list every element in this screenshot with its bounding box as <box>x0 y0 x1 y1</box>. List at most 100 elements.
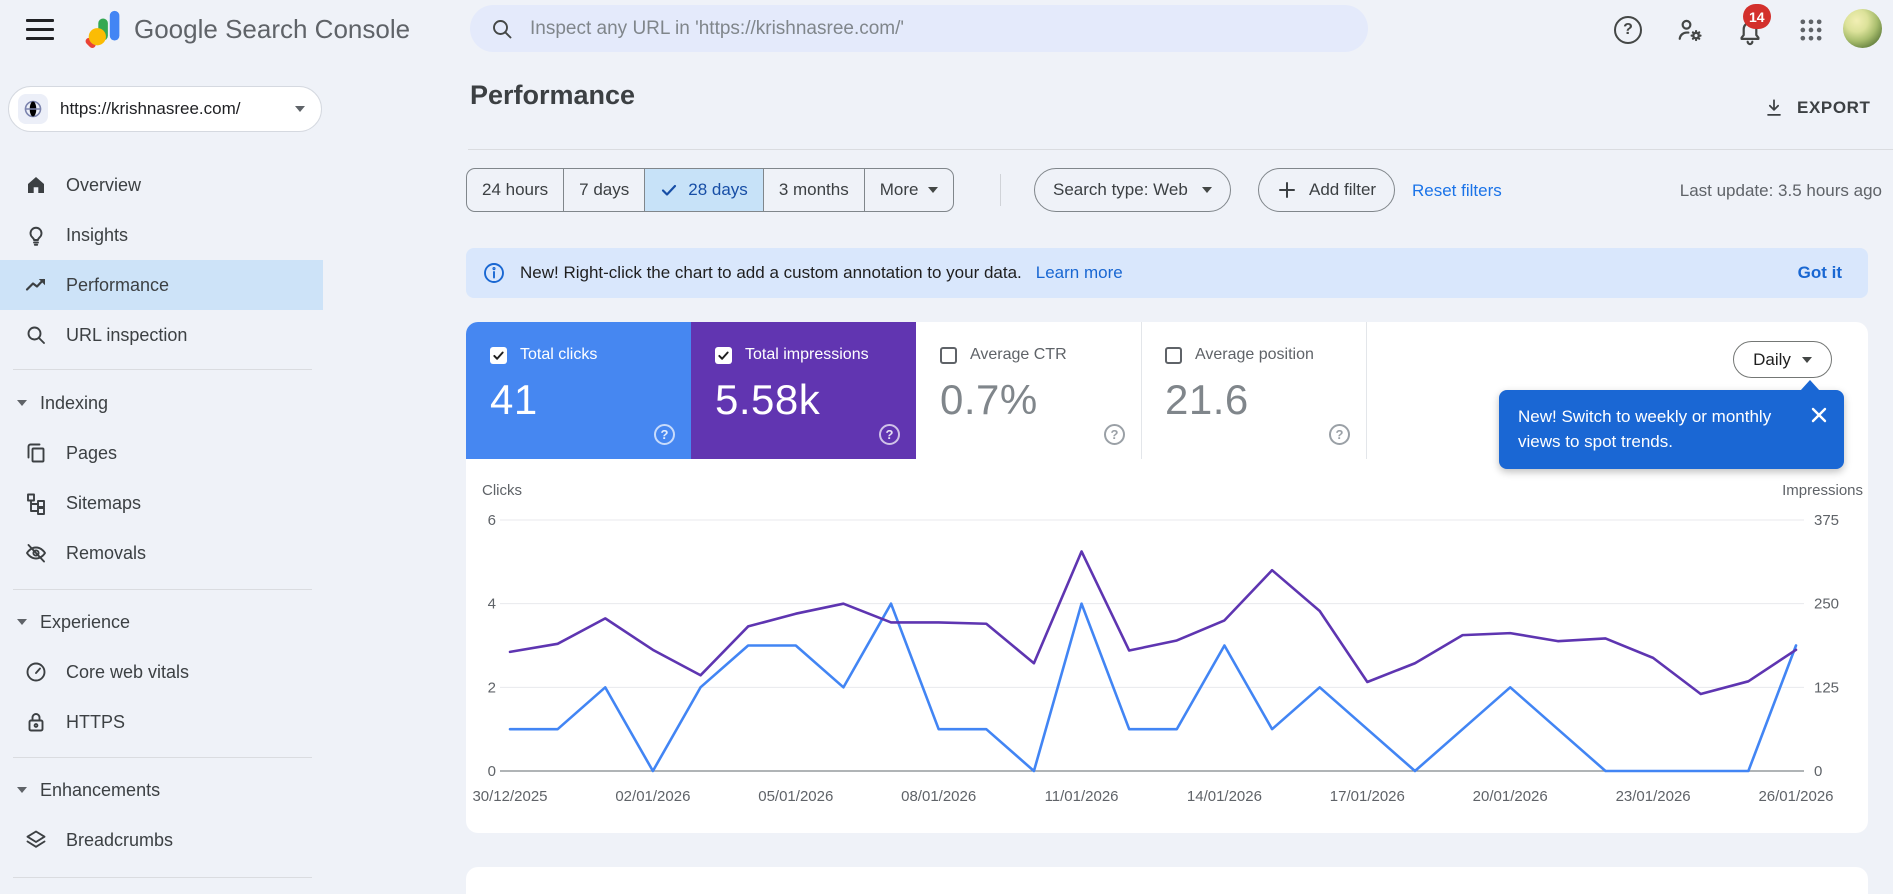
sidebar-section-indexing[interactable]: Indexing <box>0 378 323 428</box>
section-collapse-icon <box>17 619 27 625</box>
total-impressions-checkbox[interactable] <box>715 347 732 364</box>
sidebar-section-experience[interactable]: Experience <box>0 597 323 647</box>
pages-icon <box>24 441 48 465</box>
eye-off-icon <box>24 541 48 565</box>
total-clicks-tile[interactable]: Total clicks 41 ? <box>466 322 691 459</box>
got-it-button[interactable]: Got it <box>1798 263 1842 283</box>
info-icon <box>482 261 506 285</box>
trends-tooltip: New! Switch to weekly or monthly views t… <box>1499 390 1844 469</box>
plus-icon <box>1277 180 1297 200</box>
lock-icon <box>24 710 48 734</box>
url-inspect-input[interactable] <box>530 18 1348 40</box>
section-collapse-icon <box>17 787 27 793</box>
svg-text:Impressions: Impressions <box>1782 482 1863 499</box>
chevron-down-icon <box>1202 187 1212 193</box>
total-clicks-checkbox[interactable] <box>490 347 507 364</box>
url-inspect-searchbar[interactable] <box>470 5 1368 52</box>
menu-icon[interactable] <box>26 16 56 42</box>
average-ctr-tile[interactable]: Average CTR 0.7% ? <box>916 322 1141 459</box>
svg-text:30/12/2025: 30/12/2025 <box>472 788 547 805</box>
download-icon <box>1763 97 1785 119</box>
lightbulb-icon <box>24 223 48 247</box>
sidebar-item-core-web-vitals[interactable]: Core web vitals <box>0 647 323 697</box>
total-impressions-tile[interactable]: Total impressions 5.58k ? <box>691 322 916 459</box>
chip-24-hours[interactable]: 24 hours <box>467 169 564 211</box>
sidebar-item-sitemaps[interactable]: Sitemaps <box>0 478 323 528</box>
average-position-value: 21.6 <box>1165 376 1366 424</box>
sidebar-item-insights[interactable]: Insights <box>0 210 323 260</box>
help-icon[interactable]: ? <box>654 424 675 445</box>
help-icon[interactable]: ? <box>1329 424 1350 445</box>
average-ctr-checkbox[interactable] <box>940 347 957 364</box>
search-type-dropdown[interactable]: Search type: Web <box>1034 168 1231 212</box>
svg-text:20/01/2026: 20/01/2026 <box>1473 788 1548 805</box>
chip-more[interactable]: More <box>865 169 954 211</box>
header-divider <box>468 149 1893 150</box>
learn-more-link[interactable]: Learn more <box>1036 263 1123 283</box>
page-title: Performance <box>470 80 635 111</box>
next-section-card <box>466 867 1868 894</box>
performance-chart[interactable]: 00212542506375ClicksImpressions30/12/202… <box>466 468 1867 818</box>
export-button[interactable]: EXPORT <box>1763 97 1871 119</box>
chip-3-months[interactable]: 3 months <box>764 169 865 211</box>
granularity-dropdown[interactable]: Daily <box>1733 341 1832 378</box>
chevron-down-icon <box>1802 357 1812 363</box>
app-title: Google Search Console <box>134 14 410 45</box>
filter-separator <box>1000 174 1001 206</box>
chevron-down-icon <box>295 106 305 112</box>
section-collapse-icon <box>17 400 27 406</box>
svg-text:Clicks: Clicks <box>482 482 522 499</box>
sidebar-divider <box>13 589 312 590</box>
average-position-tile[interactable]: Average position 21.6 ? <box>1141 322 1366 459</box>
sidebar-item-pages[interactable]: Pages <box>0 428 323 478</box>
help-icon[interactable]: ? <box>879 424 900 445</box>
svg-text:6: 6 <box>488 512 496 529</box>
speedometer-icon <box>24 660 48 684</box>
tooltip-text: New! Switch to weekly or monthly views t… <box>1518 407 1771 451</box>
search-icon <box>490 17 514 41</box>
close-icon[interactable] <box>1809 405 1829 425</box>
trending-up-icon <box>24 273 48 297</box>
svg-text:4: 4 <box>488 596 496 613</box>
svg-text:11/01/2026: 11/01/2026 <box>1045 788 1119 805</box>
user-settings-icon[interactable] <box>1676 16 1704 44</box>
average-ctr-value: 0.7% <box>940 376 1141 424</box>
svg-text:17/01/2026: 17/01/2026 <box>1330 788 1405 805</box>
sitemap-icon <box>24 491 48 515</box>
svg-text:02/01/2026: 02/01/2026 <box>615 788 690 805</box>
chip-28-days[interactable]: 28 days <box>645 169 764 211</box>
property-selector[interactable]: https://krishnasree.com/ <box>8 86 322 132</box>
svg-text:14/01/2026: 14/01/2026 <box>1187 788 1262 805</box>
help-icon[interactable]: ? <box>1104 424 1125 445</box>
search-icon <box>24 323 48 347</box>
average-position-checkbox[interactable] <box>1165 347 1182 364</box>
globe-icon <box>18 94 48 124</box>
total-clicks-value: 41 <box>490 376 691 424</box>
sidebar-item-performance[interactable]: Performance <box>0 260 323 310</box>
search-console-logo-icon <box>82 7 128 53</box>
sidebar-item-https[interactable]: HTTPS <box>0 697 323 747</box>
sidebar-item-overview[interactable]: Overview <box>0 160 323 210</box>
svg-text:23/01/2026: 23/01/2026 <box>1616 788 1691 805</box>
sidebar-item-url-inspection[interactable]: URL inspection <box>0 310 323 360</box>
sidebar-divider <box>13 877 312 878</box>
chevron-down-icon <box>928 187 938 193</box>
help-icon[interactable]: ? <box>1614 16 1642 44</box>
svg-text:2: 2 <box>488 679 496 696</box>
total-impressions-value: 5.58k <box>715 376 916 424</box>
sidebar-section-enhancements[interactable]: Enhancements <box>0 765 323 815</box>
svg-text:05/01/2026: 05/01/2026 <box>758 788 833 805</box>
banner-text: New! Right-click the chart to add a cust… <box>520 263 1022 283</box>
sidebar-item-removals[interactable]: Removals <box>0 528 323 578</box>
apps-grid-icon[interactable] <box>1797 16 1825 44</box>
user-avatar[interactable] <box>1843 9 1882 48</box>
date-range-chip-group: 24 hours 7 days 28 days 3 months More <box>466 168 954 212</box>
chip-7-days[interactable]: 7 days <box>564 169 645 211</box>
sidebar-item-breadcrumbs[interactable]: Breadcrumbs <box>0 815 323 865</box>
reset-filters-link[interactable]: Reset filters <box>1412 181 1502 201</box>
svg-text:0: 0 <box>488 763 496 780</box>
home-icon <box>24 173 48 197</box>
add-filter-button[interactable]: Add filter <box>1258 168 1395 212</box>
property-url: https://krishnasree.com/ <box>60 99 283 119</box>
notification-count-badge[interactable]: 14 <box>1743 4 1771 29</box>
